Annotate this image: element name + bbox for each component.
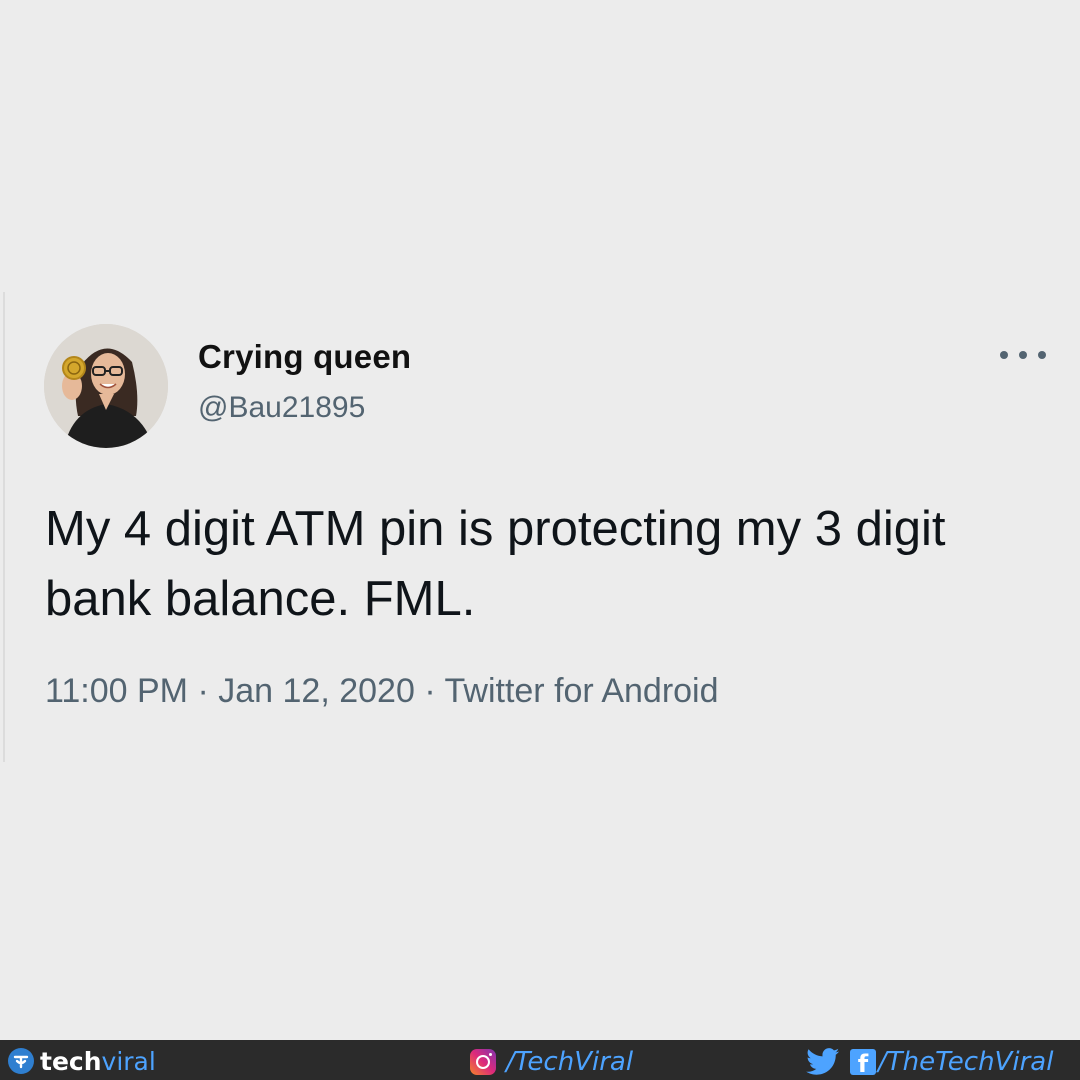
display-name[interactable]: Crying queen	[198, 338, 411, 376]
instagram-handle: /TechViral	[506, 1047, 634, 1077]
meta-separator: ·	[197, 672, 218, 710]
tweet-meta: 11:00 PM · Jan 12, 2020 · Twitter for An…	[45, 672, 719, 711]
brand-logo: tech viral	[8, 1046, 156, 1076]
more-dot	[1038, 351, 1046, 359]
tweet-source[interactable]: Twitter for Android	[445, 672, 719, 710]
instagram-link[interactable]: /TechViral	[470, 1047, 633, 1077]
tweet-time[interactable]: 11:00 PM	[45, 672, 188, 710]
more-dot	[1000, 351, 1008, 359]
separator-glyph: ·	[424, 672, 436, 710]
instagram-icon	[470, 1049, 496, 1075]
profile-photo	[44, 324, 168, 448]
watermark-footer: tech viral /TechViral f /TheTechViral	[0, 1040, 1080, 1080]
social-handle: /TheTechViral	[878, 1047, 1054, 1077]
twitter-facebook-link[interactable]: f /TheTechViral	[806, 1047, 1053, 1077]
twitter-bird-icon	[806, 1048, 840, 1075]
tweet-date[interactable]: Jan 12, 2020	[218, 672, 415, 710]
brand-tech: tech	[40, 1046, 102, 1076]
brand-viral: viral	[101, 1046, 156, 1076]
avatar[interactable]	[44, 324, 168, 448]
user-handle[interactable]: @Bau21895	[198, 391, 365, 425]
facebook-icon: f	[850, 1049, 876, 1075]
more-options-icon[interactable]	[1000, 340, 1046, 370]
more-dot	[1019, 351, 1027, 359]
separator-glyph: ·	[197, 672, 209, 710]
meta-separator: ·	[424, 672, 444, 710]
techviral-logo-icon	[8, 1048, 34, 1074]
tweet-text: My 4 digit ATM pin is protecting my 3 di…	[45, 502, 946, 626]
tweet-card: Crying queen @Bau21895 My 4 digit ATM pi…	[0, 0, 1080, 1040]
